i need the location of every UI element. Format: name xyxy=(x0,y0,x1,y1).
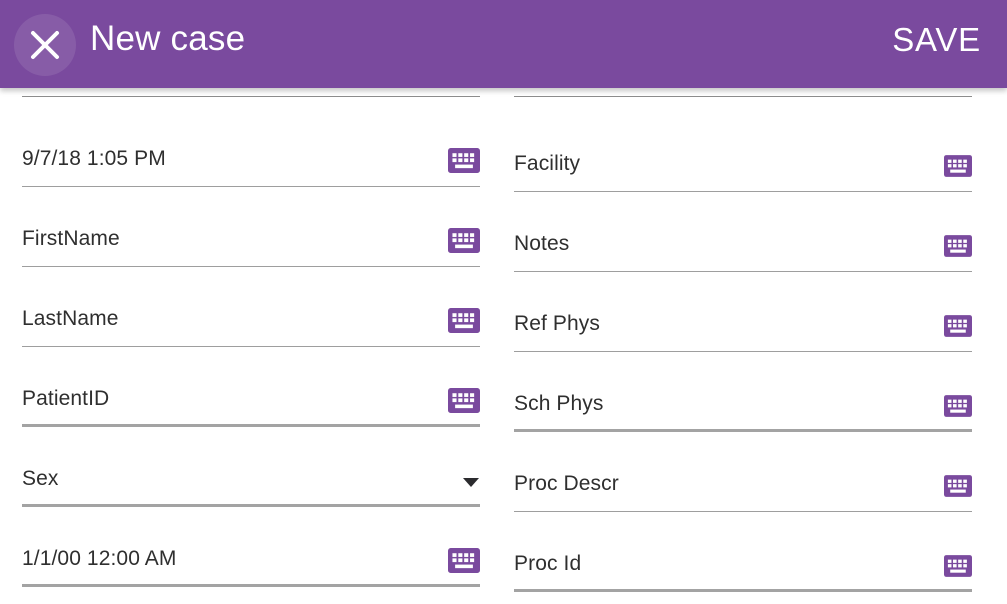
field-row-birth-datetime[interactable]: 1/1/00 12:00 AM xyxy=(22,507,480,587)
chevron-down-icon[interactable] xyxy=(463,478,479,487)
keyboard-icon[interactable] xyxy=(944,155,972,182)
field-label-first-name: FirstName xyxy=(22,227,120,250)
save-button[interactable]: SAVE xyxy=(892,21,981,59)
field-row-facility[interactable]: Facility xyxy=(514,112,972,192)
field-label-birth-datetime: 1/1/00 12:00 AM xyxy=(22,547,177,570)
keyboard-icon[interactable] xyxy=(944,395,972,422)
keyboard-icon[interactable] xyxy=(944,475,972,502)
page-title: New case xyxy=(90,19,246,58)
field-row-last-name[interactable]: LastName xyxy=(22,267,480,347)
keyboard-icon[interactable] xyxy=(944,315,972,342)
field-label-scheduled-datetime: 9/7/18 1:05 PM xyxy=(22,147,166,170)
field-row-first-name[interactable]: FirstName xyxy=(22,187,480,267)
field-label-proc-descr: Proc Descr xyxy=(514,472,619,495)
scrolled-field-underline-right xyxy=(514,96,972,97)
field-underline-proc-id xyxy=(514,589,972,592)
field-row-scheduled-datetime[interactable]: 9/7/18 1:05 PM xyxy=(22,107,480,187)
keyboard-icon[interactable] xyxy=(944,555,972,582)
form-area: 9/7/18 1:05 PM FirstName LastName PatientID… xyxy=(0,88,1007,604)
keyboard-icon[interactable] xyxy=(448,388,480,418)
keyboard-icon[interactable] xyxy=(944,235,972,262)
field-label-proc-id: Proc Id xyxy=(514,552,582,575)
field-underline-birth-datetime xyxy=(22,584,480,587)
field-row-sch-phys[interactable]: Sch Phys xyxy=(514,352,972,432)
field-row-patient-id[interactable]: PatientID xyxy=(22,347,480,427)
field-row-notes[interactable]: Notes xyxy=(514,192,972,272)
field-row-proc-id[interactable]: Proc Id xyxy=(514,512,972,592)
field-label-last-name: LastName xyxy=(22,307,119,330)
scrolled-field-underline-left xyxy=(22,96,480,97)
field-label-notes: Notes xyxy=(514,232,570,255)
field-label-sch-phys: Sch Phys xyxy=(514,392,604,415)
field-label-patient-id: PatientID xyxy=(22,387,110,410)
keyboard-icon[interactable] xyxy=(448,228,480,258)
app-header: New case SAVE xyxy=(0,0,1007,88)
field-row-proc-descr[interactable]: Proc Descr xyxy=(514,432,972,512)
field-row-sex[interactable]: Sex xyxy=(22,427,480,507)
field-label-facility: Facility xyxy=(514,152,581,175)
keyboard-icon[interactable] xyxy=(448,548,480,578)
keyboard-icon[interactable] xyxy=(448,148,480,178)
close-button[interactable] xyxy=(14,14,76,76)
field-row-ref-phys[interactable]: Ref Phys xyxy=(514,272,972,352)
field-label-ref-phys: Ref Phys xyxy=(514,312,600,335)
keyboard-icon[interactable] xyxy=(448,308,480,338)
field-label-sex: Sex xyxy=(22,467,59,490)
